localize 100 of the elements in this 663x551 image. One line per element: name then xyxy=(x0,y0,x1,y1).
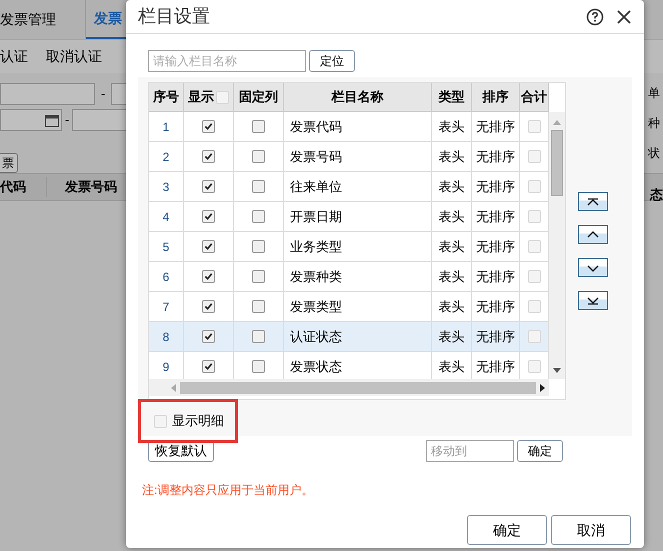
help-icon[interactable] xyxy=(586,8,604,26)
confirm-move-button[interactable]: 确定 xyxy=(517,440,563,462)
move-button[interactable] xyxy=(578,258,608,277)
table-cell-text: 表头 xyxy=(438,208,464,226)
scroll-thumb[interactable] xyxy=(551,130,563,196)
scroll-up-icon[interactable] xyxy=(553,120,561,125)
table-row[interactable]: 7 发票类型 表头 无排序 xyxy=(149,292,549,322)
table-cell-text: 发票状态 xyxy=(290,358,342,376)
checkbox[interactable] xyxy=(202,180,215,193)
table-row[interactable]: 5 业务类型 表头 无排序 xyxy=(149,232,549,262)
filter-label: 种 xyxy=(648,115,660,132)
table-row[interactable]: 4 开票日期 表头 无排序 xyxy=(149,202,549,232)
dash: - xyxy=(65,111,70,130)
table-cell-text: 无排序 xyxy=(476,178,515,196)
checkbox[interactable] xyxy=(202,240,215,253)
table-row[interactable]: 6 发票种类 表头 无排序 xyxy=(149,262,549,292)
page-tab[interactable]: 发票管理 xyxy=(0,0,86,39)
table-cell-text: 发票种类 xyxy=(290,268,342,286)
calendar-icon[interactable] xyxy=(45,114,59,126)
table-cell-text: 表头 xyxy=(438,118,464,136)
ok-button[interactable]: 确定 xyxy=(467,515,547,545)
checkbox[interactable] xyxy=(252,120,265,133)
checkbox[interactable] xyxy=(202,210,215,223)
chevron-icon xyxy=(587,264,599,272)
scroll-left-icon[interactable] xyxy=(171,384,176,392)
checkbox[interactable] xyxy=(252,360,265,373)
vertical-scrollbar[interactable] xyxy=(549,112,565,379)
row-number: 4 xyxy=(162,208,170,226)
checkbox[interactable] xyxy=(252,330,265,343)
move-to-field[interactable]: 移动到 xyxy=(426,440,514,462)
row-number: 6 xyxy=(162,268,170,286)
input-field[interactable] xyxy=(72,109,128,131)
row-number: 5 xyxy=(162,238,170,256)
page-button[interactable]: 票 xyxy=(0,153,18,173)
checkbox[interactable] xyxy=(202,360,215,373)
checkbox[interactable] xyxy=(252,150,265,163)
table-cell-text: 无排序 xyxy=(476,208,515,226)
table-cell-text: 表头 xyxy=(438,268,464,286)
column-header: 发票号码 xyxy=(64,178,117,196)
column-search-field[interactable]: 请输入栏目名称 xyxy=(148,50,306,72)
table-cell-text: 无排序 xyxy=(476,118,515,136)
table-cell-text: 往来单位 xyxy=(290,178,342,196)
close-icon[interactable] xyxy=(616,8,632,24)
column-header: 合计 xyxy=(521,88,547,106)
horizontal-scrollbar[interactable] xyxy=(149,379,549,396)
table-cell-text: 业务类型 xyxy=(290,238,342,256)
move-button[interactable] xyxy=(578,225,608,244)
checkbox-label: 显示明细 xyxy=(172,412,224,430)
scroll-down-icon[interactable] xyxy=(553,368,561,373)
chevron-icon xyxy=(587,230,599,238)
checkbox[interactable] xyxy=(202,330,215,343)
table-cell-text: 无排序 xyxy=(476,238,515,256)
checkbox[interactable] xyxy=(252,240,265,253)
table-cell-text: 发票号码 xyxy=(290,148,342,166)
table-cell-text: 认证状态 xyxy=(290,328,342,346)
move-button[interactable] xyxy=(578,291,608,310)
column-header: 固定列 xyxy=(239,88,278,106)
table-cell-text: 无排序 xyxy=(476,298,515,316)
table-cell-text: 发票类型 xyxy=(290,298,342,316)
scroll-right-icon[interactable] xyxy=(540,384,545,392)
table-cell-text: 开票日期 xyxy=(290,208,342,226)
row-number: 8 xyxy=(162,328,170,346)
locate-button[interactable]: 定位 xyxy=(309,50,355,72)
checkbox[interactable] xyxy=(202,150,215,163)
column-header: 序号 xyxy=(153,88,179,106)
checkbox[interactable] xyxy=(252,300,265,313)
checkbox[interactable] xyxy=(202,270,215,283)
table-row[interactable]: 3 往来单位 表头 无排序 xyxy=(149,172,549,202)
input-field[interactable] xyxy=(0,83,95,105)
table-row[interactable]: 8 认证状态 表头 无排序 xyxy=(149,322,549,352)
filter-label: 单 xyxy=(648,85,660,102)
table-cell-text: 表头 xyxy=(438,178,464,196)
chevron-icon xyxy=(587,198,599,206)
row-number: 3 xyxy=(162,178,170,196)
table-row[interactable]: 1 发票代码 表头 无排序 xyxy=(149,112,549,142)
checkbox[interactable] xyxy=(202,120,215,133)
note-text: 注:调整内容只应用于当前用户。 xyxy=(142,482,314,499)
move-button[interactable] xyxy=(578,192,608,211)
table-cell-text: 表头 xyxy=(438,148,464,166)
table-cell-text: 表头 xyxy=(438,358,464,376)
toolbar-item[interactable]: 认证 xyxy=(0,46,28,67)
table-cell-text: 无排序 xyxy=(476,148,515,166)
table-cell-text: 无排序 xyxy=(476,358,515,376)
scroll-thumb[interactable] xyxy=(180,382,536,394)
checkbox[interactable] xyxy=(202,300,215,313)
table-cell-text: 表头 xyxy=(438,238,464,256)
toolbar-item[interactable]: 取消认证 xyxy=(46,46,102,67)
checkbox[interactable] xyxy=(252,180,265,193)
table-cell-text: 表头 xyxy=(438,298,464,316)
row-number: 1 xyxy=(162,118,170,136)
row-number: 2 xyxy=(162,148,170,166)
checkbox[interactable] xyxy=(252,210,265,223)
checkbox[interactable] xyxy=(252,270,265,283)
column-header: 显示 xyxy=(188,88,214,106)
table-cell-text: 无排序 xyxy=(476,268,515,286)
dash: - xyxy=(101,85,106,104)
cancel-button[interactable]: 取消 xyxy=(551,515,631,545)
table-row[interactable]: 2 发票号码 表头 无排序 xyxy=(149,142,549,172)
table-cell-text: 发票代码 xyxy=(290,118,342,136)
table-cell-text: 表头 xyxy=(438,328,464,346)
